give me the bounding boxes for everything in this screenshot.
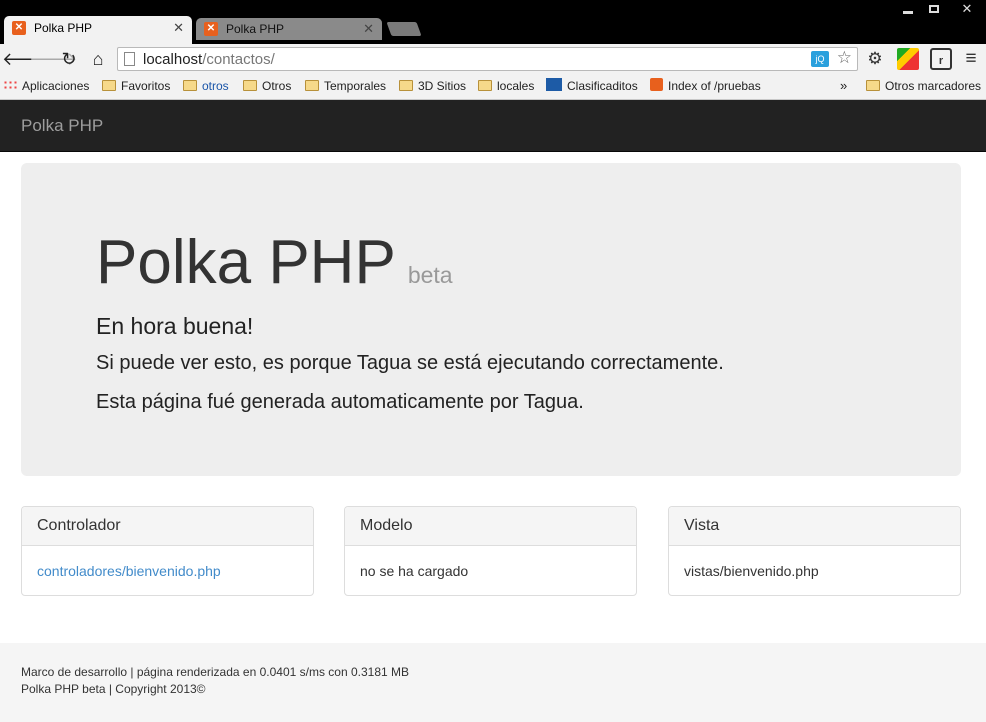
page-title: Polka PHP beta <box>96 228 453 297</box>
color-extension-icon[interactable] <box>897 48 919 70</box>
panel-vista: Vista vistas/bienvenido.php <box>668 506 961 596</box>
beta-label: beta <box>407 262 453 288</box>
footer-render-info: Marco de desarrollo | página renderizada… <box>21 665 410 679</box>
apps-icon <box>3 80 17 91</box>
controller-link[interactable]: controladores/bienvenido.php <box>37 563 221 579</box>
forward-icon[interactable]: 🡒 <box>29 47 77 71</box>
tab-close-icon[interactable]: ✕ <box>173 16 184 40</box>
xampp-favicon-icon: ✕ <box>12 21 26 35</box>
panel-controlador: Controlador controladores/bienvenido.php <box>21 506 314 596</box>
xampp-icon <box>650 78 663 91</box>
tab-polka-php-inactive[interactable]: ✕ Polka PHP ✕ <box>196 18 382 40</box>
footer-copyright: Polka PHP beta | Copyright 2013© <box>21 682 206 696</box>
bookmark-star-icon[interactable]: ☆ <box>837 48 852 68</box>
settings-gear-icon[interactable]: ⚙ <box>864 48 886 70</box>
menu-icon[interactable]: ≡ <box>960 48 982 70</box>
welcome-message: Si puede ver esto, es porque Tagua se es… <box>96 352 724 374</box>
tab-close-icon[interactable]: ✕ <box>363 18 374 40</box>
bookmark-locales[interactable]: locales <box>478 78 534 96</box>
bookmarks-bar: Aplicaciones Favoritos otros Otros Tempo… <box>0 74 986 100</box>
bookmark-3d-sitios[interactable]: 3D Sitios <box>399 78 466 96</box>
panel-body: controladores/bienvenido.php <box>22 546 313 596</box>
bookmark-temporales[interactable]: Temporales <box>305 78 386 96</box>
navbar-brand[interactable]: Polka PHP <box>21 116 103 136</box>
tab-title: Polka PHP <box>34 21 93 35</box>
bookmark-otros[interactable]: Otros <box>243 78 291 96</box>
bookmark-otros-marcadores[interactable]: Otros marcadores <box>866 78 981 96</box>
window-titlebar: ✕ ✕ Polka PHP ✕ ✕ Polka PHP ✕ <box>0 0 986 44</box>
reload-icon[interactable]: ↻ <box>57 47 81 71</box>
back-icon[interactable]: 🡐 <box>2 47 50 71</box>
bookmark-index-pruebas[interactable]: Index of /pruebas <box>650 78 761 96</box>
folder-icon <box>478 80 492 91</box>
folder-icon <box>305 80 319 91</box>
browser-toolbar: 🡐 🡒 ↻ ⌂ localhost/contactos/ jQ ☆ ⚙ r ≡ <box>0 44 986 74</box>
cd-icon <box>546 78 562 91</box>
panel-modelo: Modelo no se ha cargado <box>344 506 637 596</box>
page-footer: Marco de desarrollo | página renderizada… <box>0 643 986 722</box>
panel-heading: Modelo <box>345 507 636 546</box>
welcome-subtitle: En hora buena! <box>96 313 254 339</box>
tab-title: Polka PHP <box>226 22 285 36</box>
window-close-button[interactable]: ✕ <box>951 0 983 18</box>
xampp-favicon-icon: ✕ <box>204 22 218 36</box>
tab-polka-php-active[interactable]: ✕ Polka PHP ✕ <box>4 16 192 44</box>
maximize-button[interactable] <box>921 0 947 18</box>
panel-heading: Controlador <box>22 507 313 546</box>
home-icon[interactable]: ⌂ <box>86 47 110 71</box>
folder-icon <box>183 80 197 91</box>
panel-body: vistas/bienvenido.php <box>684 563 819 579</box>
jquery-extension-icon[interactable]: jQ <box>811 51 829 67</box>
bookmark-clasificaditos[interactable]: Clasificaditos <box>546 78 638 96</box>
bookmark-otros-lower[interactable]: otros <box>183 78 229 96</box>
minimize-button[interactable] <box>895 0 921 18</box>
bookmark-favoritos[interactable]: Favoritos <box>102 78 170 96</box>
folder-icon <box>399 80 413 91</box>
site-navbar: Polka PHP <box>0 100 986 152</box>
address-bar[interactable]: localhost/contactos/ jQ ☆ <box>117 47 858 71</box>
jumbotron: Polka PHP beta En hora buena! Si puede ve… <box>21 163 961 476</box>
folder-icon <box>102 80 116 91</box>
folder-icon <box>243 80 257 91</box>
generated-message: Esta página fué generada automaticamente… <box>96 391 584 413</box>
panel-body: no se ha cargado <box>360 563 469 579</box>
bookmarks-overflow-button[interactable]: » <box>840 78 847 96</box>
minimize-icon <box>903 11 913 14</box>
bookmark-aplicaciones[interactable]: Aplicaciones <box>3 78 89 96</box>
page-icon <box>124 52 135 66</box>
url-text[interactable]: localhost/contactos/ <box>143 51 275 68</box>
maximize-icon <box>929 5 939 13</box>
panel-heading: Vista <box>669 507 960 546</box>
new-tab-button[interactable] <box>386 22 422 36</box>
ruler-extension-icon[interactable]: r <box>930 48 952 70</box>
folder-icon <box>866 80 880 91</box>
